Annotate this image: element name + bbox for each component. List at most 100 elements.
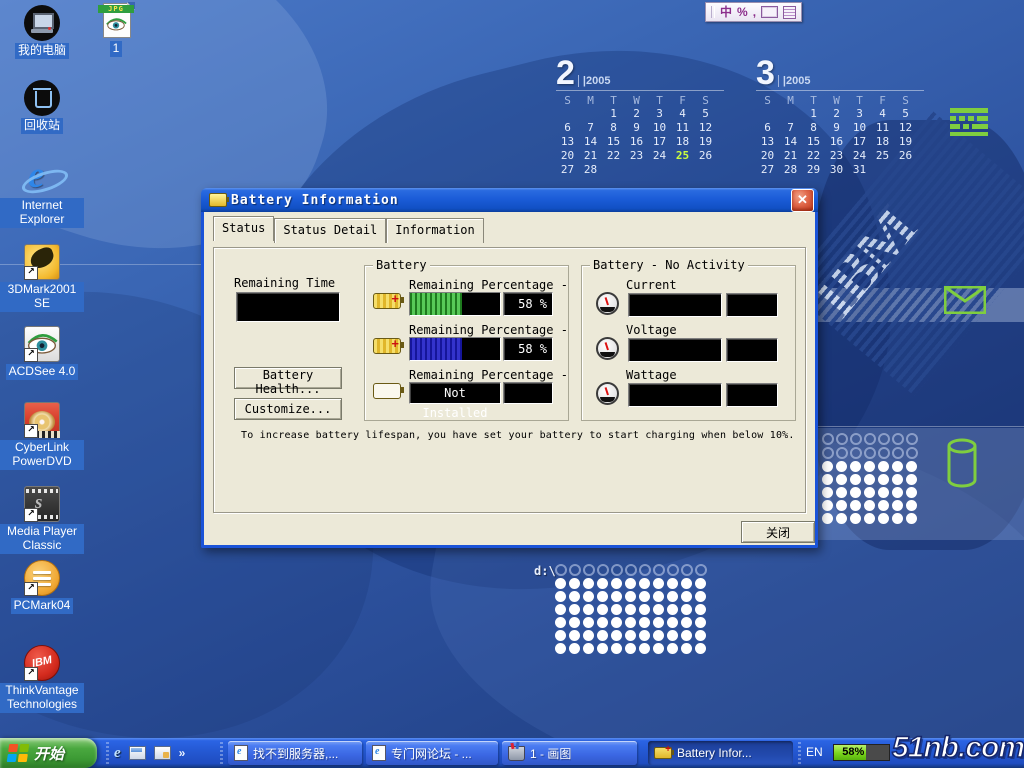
ime-mode-button[interactable]: 中 xyxy=(720,3,732,21)
wallpaper-dot xyxy=(597,630,608,641)
current-label: Current xyxy=(626,278,677,292)
wallpaper-dot xyxy=(878,500,889,511)
wallpaper-dot xyxy=(850,433,862,445)
wallpaper-dot-grid xyxy=(821,432,919,525)
shortcut-arrow-icon: ↗ xyxy=(24,424,38,438)
icon-label: CyberLink PowerDVD xyxy=(0,440,84,470)
desktop-icon-pcmark04[interactable]: ↗ PCMark04 xyxy=(0,560,84,614)
ie-quicklaunch-icon[interactable]: e xyxy=(114,745,121,762)
tab-status-detail[interactable]: Status Detail xyxy=(274,218,386,243)
taskbar-button-forum[interactable]: 专门网论坛 - ... xyxy=(366,741,498,765)
desktop-icon-media-player-classic[interactable]: s↗ Media Player Classic xyxy=(0,486,84,554)
tray-battery-meter[interactable]: 58% xyxy=(833,744,890,761)
wallpaper-dot xyxy=(822,433,834,445)
desktop-icon-powerdvd[interactable]: ↗ CyberLink PowerDVD xyxy=(0,402,84,470)
internet-explorer-icon: e xyxy=(24,160,60,196)
shortcut-arrow-icon: ↗ xyxy=(24,348,38,362)
calendar-day: 26 xyxy=(894,149,917,163)
wattage-unit-display xyxy=(726,383,778,407)
calendar-day: 13 xyxy=(756,135,779,149)
wallpaper-dot xyxy=(625,578,636,589)
calendar-day: 6 xyxy=(756,121,779,135)
gauge-icon xyxy=(596,382,619,405)
desktop-icon-jpg-file[interactable]: JPG 1 xyxy=(94,3,138,57)
calendar-day: 16 xyxy=(625,135,648,149)
calendar-day: 22 xyxy=(802,149,825,163)
wallpaper-dot xyxy=(906,447,918,459)
calendar-day: 25 xyxy=(871,149,894,163)
wallpaper-dot xyxy=(850,461,861,472)
ime-width-toggle[interactable]: % xyxy=(737,3,748,21)
ime-punctuation-toggle[interactable]: , xyxy=(753,3,756,21)
keyboard-grid-icon xyxy=(950,108,988,136)
calendar-day: 1 xyxy=(602,107,625,121)
wallpaper-dot xyxy=(892,500,903,511)
wallpaper-dot xyxy=(583,564,595,576)
desktop-icon-recycle-bin[interactable]: 回收站 xyxy=(0,80,84,134)
wallpaper-dot xyxy=(850,447,862,459)
close-button[interactable]: 关闭 xyxy=(741,521,815,543)
wallpaper-dot xyxy=(836,474,847,485)
wallpaper-dot xyxy=(597,591,608,602)
wallpaper-dot xyxy=(611,591,622,602)
wallpaper-dot xyxy=(864,487,875,498)
wattage-value-display xyxy=(628,383,722,407)
battery-activity-group: Battery - No Activity Current Voltage Wa… xyxy=(581,265,796,421)
battery-icon xyxy=(373,338,401,354)
calendar-day-header: S xyxy=(694,94,717,107)
calendar-day-header: T xyxy=(648,94,671,107)
wallpaper-dot xyxy=(555,591,566,602)
calendar-day: 26 xyxy=(694,149,717,163)
taskbar-button-battery-information[interactable]: Battery Infor... xyxy=(648,741,793,765)
close-icon[interactable]: ✕ xyxy=(791,189,814,212)
customize-button[interactable]: Customize... xyxy=(234,398,342,420)
wallpaper-dot xyxy=(583,643,594,654)
icon-label: 我的电脑 xyxy=(15,43,69,59)
wallpaper-dot xyxy=(681,564,693,576)
quick-launch-overflow-chevron[interactable]: » xyxy=(179,746,186,760)
dialog-body: Status Status Detail Information Remaini… xyxy=(201,212,818,548)
thinkvantage-icon: IBM↗ xyxy=(24,645,60,681)
wallpaper-dot xyxy=(667,591,678,602)
calendar-day: 25 xyxy=(671,149,694,163)
wallpaper-dot xyxy=(892,487,903,498)
outlook-express-icon[interactable] xyxy=(129,746,146,760)
taskbar-separator[interactable] xyxy=(106,742,109,764)
wallpaper-dot xyxy=(836,487,847,498)
desktop-icon-internet-explorer[interactable]: e Internet Explorer xyxy=(0,160,84,228)
desktop-icon-3dmark2001[interactable]: ↗ 3DMark2001 SE xyxy=(0,244,84,312)
desktop: IBM d:\ 2|2005 SMTWTFS 12345678910111213… xyxy=(0,0,1024,768)
envelope-icon xyxy=(944,286,986,314)
ime-language-bar[interactable]: 中 % , xyxy=(705,2,802,22)
language-indicator[interactable]: EN xyxy=(806,745,823,759)
wallpaper-dot xyxy=(555,604,566,615)
calendar-year: |2005 xyxy=(778,75,811,87)
calendar-day: 21 xyxy=(779,149,802,163)
calendar-day: 23 xyxy=(625,149,648,163)
ime-menu-icon[interactable] xyxy=(783,6,796,19)
taskbar-button-server-not-found[interactable]: 找不到服务器,... xyxy=(228,741,362,765)
taskbar-separator[interactable] xyxy=(798,742,801,764)
show-desktop-icon[interactable] xyxy=(154,746,171,760)
dialog-titlebar[interactable]: Battery Information ✕ xyxy=(201,188,818,212)
desktop-icon-my-computer[interactable]: 我的电脑 xyxy=(0,5,84,59)
taskbar-separator[interactable] xyxy=(220,742,223,764)
wallpaper-dot xyxy=(625,617,636,628)
wallpaper-dot xyxy=(653,564,665,576)
wallpaper-dot xyxy=(611,617,622,628)
ime-drag-handle[interactable] xyxy=(711,6,715,18)
desktop-icon-thinkvantage[interactable]: IBM↗ ThinkVantage Technologies xyxy=(0,645,84,713)
ime-keyboard-icon[interactable] xyxy=(761,6,778,18)
calendar-day: 2 xyxy=(825,107,848,121)
start-button[interactable]: 开始 xyxy=(0,738,97,768)
taskbar-button-paint[interactable]: 1 - 画图 xyxy=(502,741,637,765)
calendar-day: 21 xyxy=(579,149,602,163)
calendar-day: 4 xyxy=(671,107,694,121)
battery-health-button[interactable]: Battery Health... xyxy=(234,367,342,389)
tab-status[interactable]: Status xyxy=(213,216,274,241)
wallpaper-dot xyxy=(639,617,650,628)
wallpaper-dot xyxy=(878,474,889,485)
wallpaper-dot xyxy=(597,617,608,628)
tab-information[interactable]: Information xyxy=(386,218,483,243)
desktop-icon-acdsee[interactable]: ↗ ACDSee 4.0 xyxy=(0,326,84,380)
